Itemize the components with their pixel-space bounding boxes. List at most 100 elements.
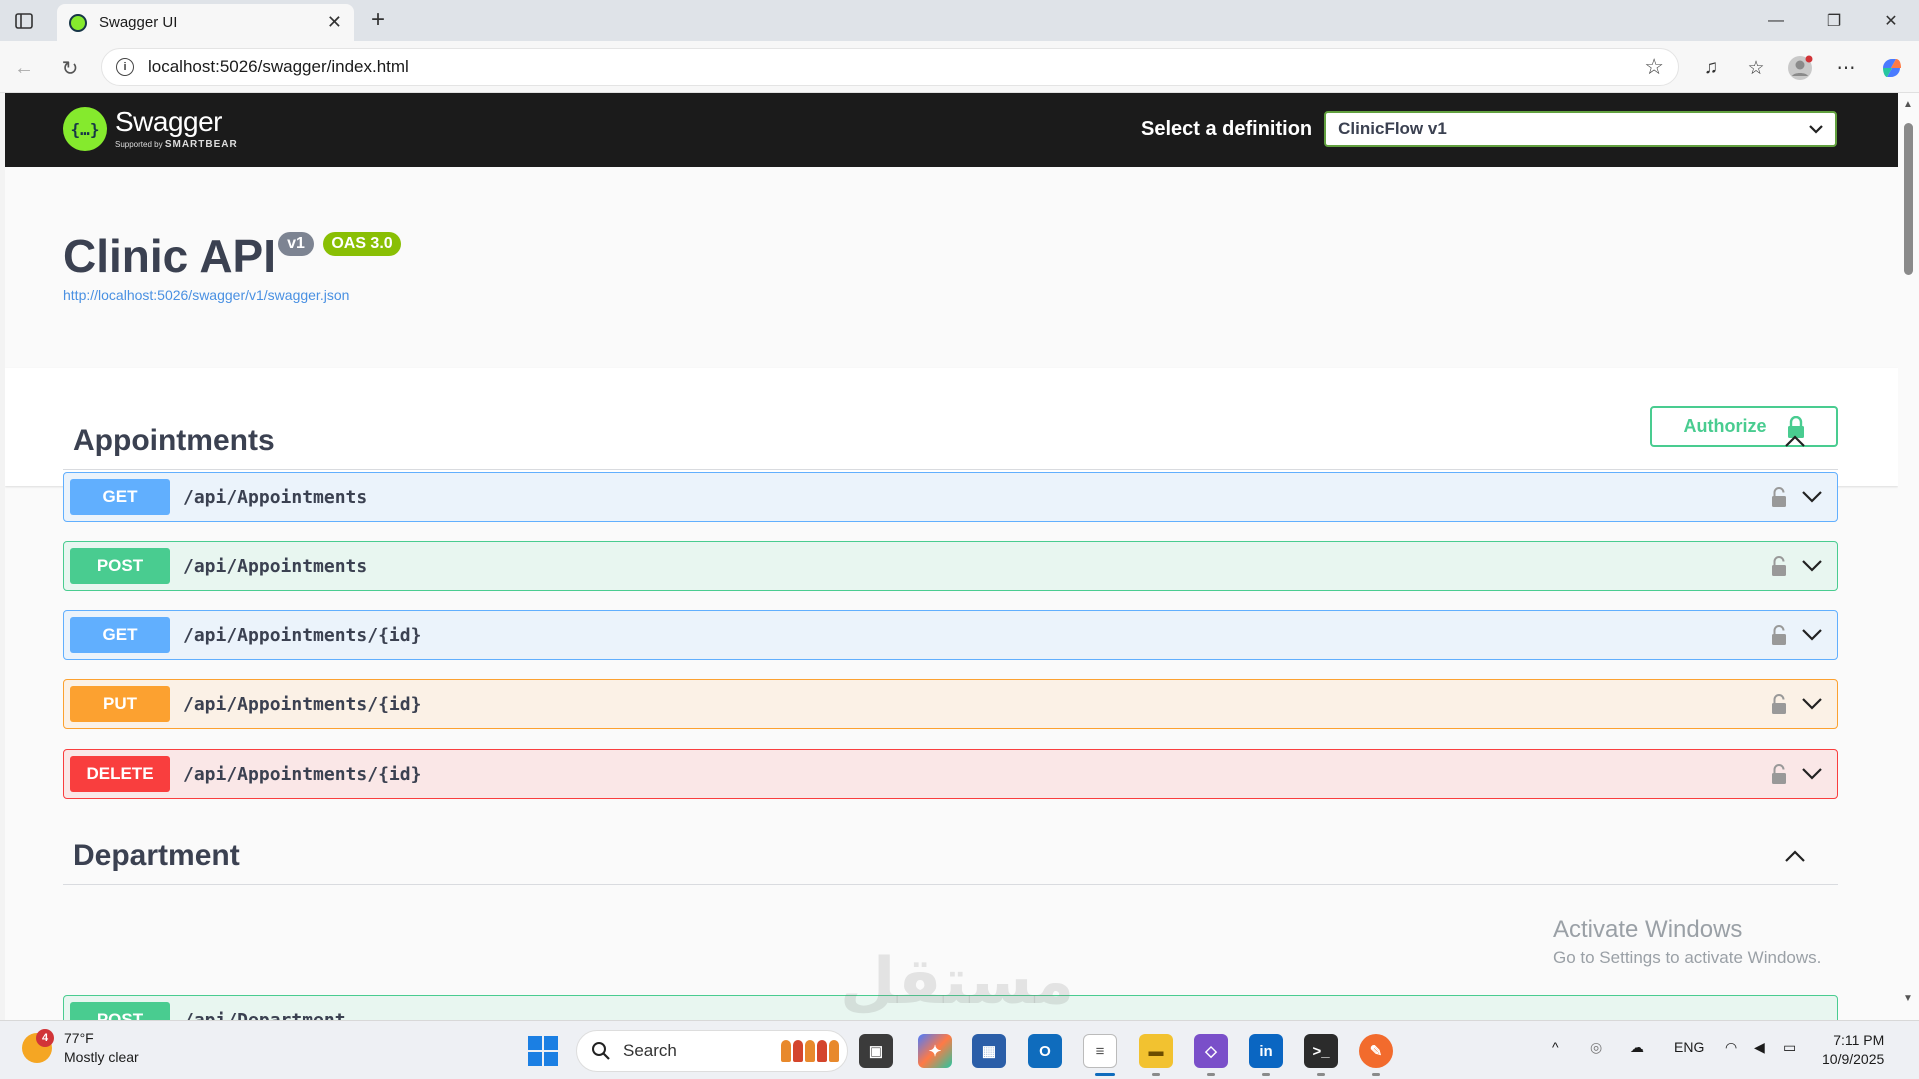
notepad-icon[interactable]: ≡: [1083, 1034, 1117, 1068]
url-text[interactable]: localhost:5026/swagger/index.html: [148, 57, 1644, 77]
start-windows-icon[interactable]: [528, 1036, 558, 1066]
page-viewport: {…} Swagger Supported by SMARTBEAR Selec…: [5, 93, 1898, 1020]
tag-header-department[interactable]: Department: [63, 828, 1838, 885]
chevron-up-icon[interactable]: [1784, 849, 1806, 863]
search-icon: [592, 1042, 610, 1060]
running-indicator: [1207, 1073, 1215, 1076]
operation-post-appointments[interactable]: POST /api/Appointments: [63, 541, 1838, 591]
search-highlight-icon: [781, 1040, 839, 1062]
temperature: 77°F: [64, 1030, 94, 1046]
clock-date: 10/9/2025: [1822, 1051, 1885, 1067]
active-app-indicator: [1095, 1073, 1115, 1076]
swagger-json-link[interactable]: http://localhost:5026/swagger/v1/swagger…: [63, 287, 349, 303]
more-options-icon[interactable]: ⋯: [1831, 53, 1861, 83]
favorites-icon[interactable]: ☆: [1741, 53, 1771, 83]
new-tab-button[interactable]: +: [364, 6, 392, 34]
supported-by: Supported by SMARTBEAR: [115, 139, 238, 150]
swagger-logo[interactable]: {…} Swagger Supported by SMARTBEAR: [63, 107, 238, 151]
close-tab-icon[interactable]: ✕: [327, 12, 342, 33]
tab-title: Swagger UI: [99, 14, 178, 31]
copilot-icon[interactable]: [1877, 53, 1907, 83]
chevron-down-icon[interactable]: [1801, 697, 1823, 711]
linkedin-icon[interactable]: in: [1249, 1034, 1283, 1068]
operation-put-appointment[interactable]: PUT /api/Appointments/{id}: [63, 679, 1838, 729]
operation-path: /api/Appointments/{id}: [183, 624, 422, 646]
running-indicator: [1152, 1073, 1160, 1076]
definition-dropdown[interactable]: ClinicFlow v1: [1324, 111, 1838, 147]
oas-badge: OAS 3.0: [323, 232, 401, 256]
lock-icon[interactable]: [1771, 487, 1787, 507]
browser-toolbar: ← ↻ i localhost:5026/swagger/index.html …: [0, 41, 1919, 93]
windows-taskbar: 4 77°F Mostly clear Search ▣ ✦ ▦ O ≡ ▬ ◇…: [0, 1020, 1919, 1079]
browser-tab-swagger[interactable]: Swagger UI ✕: [57, 4, 354, 41]
method-badge: GET: [70, 479, 170, 515]
method-badge: POST: [70, 1002, 170, 1020]
lock-icon[interactable]: [1771, 694, 1787, 714]
operation-path: /api/Appointments/{id}: [183, 693, 422, 715]
copilot-app-icon[interactable]: ✦: [918, 1034, 952, 1068]
system-clock[interactable]: 7:11 PM 10/9/2025: [1822, 1031, 1884, 1069]
search-label: Search: [623, 1041, 677, 1060]
visual-studio-icon[interactable]: ◇: [1194, 1034, 1228, 1068]
close-window-icon[interactable]: ✕: [1862, 4, 1919, 38]
scroll-up-icon[interactable]: ▲: [1903, 99, 1913, 110]
smartbear-text: SMARTBEAR: [164, 139, 238, 150]
address-bar[interactable]: i localhost:5026/swagger/index.html ☆: [101, 48, 1679, 86]
fingerprint-icon[interactable]: ◎: [1590, 1039, 1602, 1056]
weather-icon: 4: [22, 1029, 54, 1063]
language-indicator[interactable]: ENG: [1674, 1039, 1704, 1055]
chevron-down-icon[interactable]: [1801, 490, 1823, 504]
chevron-down-icon[interactable]: [1801, 559, 1823, 573]
supported-by-text: Supported by: [115, 140, 163, 149]
api-info-section: [5, 167, 1898, 368]
refresh-icon[interactable]: ↻: [55, 53, 85, 83]
taskbar-search[interactable]: Search: [576, 1030, 848, 1072]
back-arrow-icon[interactable]: ←: [9, 53, 39, 83]
chevron-down-icon[interactable]: [1801, 628, 1823, 642]
operation-delete-appointment[interactable]: DELETE /api/Appointments/{id}: [63, 749, 1838, 799]
restore-icon[interactable]: ❐: [1805, 4, 1863, 38]
terminal-icon[interactable]: >_: [1304, 1034, 1338, 1068]
show-hidden-icons-icon[interactable]: ^: [1552, 1039, 1559, 1055]
file-explorer-icon[interactable]: ▬: [1139, 1034, 1173, 1068]
chevron-down-icon[interactable]: [1801, 767, 1823, 781]
scroll-down-icon[interactable]: ▼: [1903, 993, 1913, 1004]
running-indicator: [1372, 1073, 1380, 1076]
onedrive-offline-icon[interactable]: ☁: [1630, 1039, 1644, 1056]
swagger-brand: Swagger: [115, 106, 223, 137]
method-badge: DELETE: [70, 756, 170, 792]
tag-name: Appointments: [73, 424, 275, 457]
version-badge: v1: [278, 232, 314, 256]
selected-definition: ClinicFlow v1: [1338, 119, 1447, 138]
scrollbar-thumb[interactable]: [1904, 123, 1913, 275]
tag-header-appointments[interactable]: Appointments: [63, 413, 1838, 470]
wifi-icon[interactable]: ◠: [1725, 1039, 1737, 1056]
site-info-icon[interactable]: i: [116, 58, 134, 76]
volume-icon[interactable]: ◀: [1754, 1039, 1765, 1056]
postman-icon[interactable]: ✎: [1359, 1034, 1393, 1068]
minimize-icon[interactable]: —: [1747, 4, 1805, 38]
task-view-icon[interactable]: ▣: [859, 1034, 893, 1068]
battery-icon[interactable]: ▭: [1783, 1039, 1796, 1056]
lock-icon[interactable]: [1771, 625, 1787, 645]
store-icon[interactable]: ▦: [972, 1034, 1006, 1068]
notification-badge: 4: [36, 1029, 54, 1047]
read-aloud-icon[interactable]: ♫: [1696, 53, 1726, 83]
tab-actions-icon[interactable]: [10, 8, 38, 34]
tag-name: Department: [73, 839, 240, 872]
definition-selector: Select a definition ClinicFlow v1: [1141, 111, 1838, 147]
page-scrollbar[interactable]: ▲ ▼: [1898, 93, 1919, 1020]
lock-icon[interactable]: [1771, 764, 1787, 784]
weather-condition: Mostly clear: [64, 1049, 139, 1065]
operation-get-appointment-by-id[interactable]: GET /api/Appointments/{id}: [63, 610, 1838, 660]
operation-get-appointments[interactable]: GET /api/Appointments: [63, 472, 1838, 522]
weather-widget[interactable]: 4 77°F Mostly clear: [22, 1029, 139, 1067]
chevron-up-icon[interactable]: [1784, 434, 1806, 448]
favorite-star-icon[interactable]: ☆: [1644, 54, 1664, 80]
operation-path: /api/Appointments: [183, 555, 368, 577]
lock-icon[interactable]: [1771, 556, 1787, 576]
profile-avatar-icon[interactable]: [1785, 53, 1815, 83]
outlook-icon[interactable]: O: [1028, 1034, 1062, 1068]
method-badge: POST: [70, 548, 170, 584]
swagger-topbar: {…} Swagger Supported by SMARTBEAR Selec…: [5, 93, 1898, 167]
